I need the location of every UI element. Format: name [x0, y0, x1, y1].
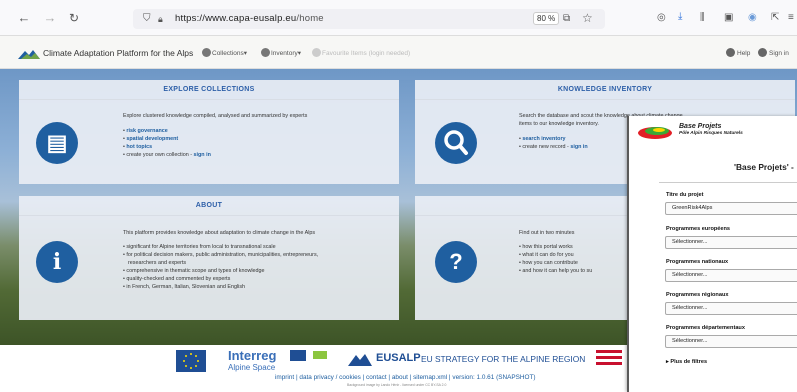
- sidebar-icon[interactable]: ▣: [724, 11, 733, 25]
- divider: [659, 182, 797, 183]
- inventory-search-icon: [261, 48, 270, 57]
- translate-icon[interactable]: ⧉: [563, 12, 570, 26]
- nav-inventory[interactable]: Inventory▾: [261, 48, 301, 57]
- austria-ministry-logo-icon: [596, 350, 622, 368]
- eusalp-text: EUSALP: [376, 352, 421, 364]
- eusalp-logo-icon: [348, 354, 372, 366]
- nav-collections[interactable]: Collections▾: [202, 48, 247, 57]
- signin-link[interactable]: sign in: [194, 152, 211, 158]
- base-projets-logo-icon: [638, 127, 672, 139]
- browser-toolbar: ← → ↻ ⛉ 🔒︎ https://www.capa-eusalp.eu/ho…: [0, 0, 797, 36]
- panel-text: Find out in two minutes • how this porta…: [519, 230, 593, 274]
- national-programs-label: Programmes nationaux: [666, 259, 729, 265]
- panel-title: KNOWLEDGE INVENTORY: [415, 80, 795, 100]
- share-icon[interactable]: ⇱: [771, 11, 779, 25]
- pocket-icon[interactable]: ◎: [657, 11, 666, 25]
- user-icon: [758, 48, 767, 57]
- alpine-space-text: Alpine Space: [228, 363, 276, 372]
- panel-text: Explore clustered knowledge compiled, an…: [123, 113, 308, 158]
- menu-icon[interactable]: ≡: [788, 11, 794, 25]
- risk-governance-link[interactable]: risk governance: [126, 128, 167, 134]
- european-programs-label: Programmes européens: [666, 226, 731, 232]
- base-projets-window: Base Projets Pôle Alpin Risques Naturels…: [627, 116, 797, 392]
- panel-text: This platform provides knowledge about a…: [123, 230, 319, 290]
- zoom-level[interactable]: 80 %: [533, 12, 560, 25]
- nav-favourites[interactable]: Favourite Items (login needed): [312, 48, 410, 57]
- lock-icon[interactable]: 🔒︎: [158, 12, 163, 26]
- library-icon[interactable]: ⫼: [700, 11, 705, 25]
- signin-link[interactable]: Sign in: [758, 48, 789, 57]
- title-label: Titre du projet: [666, 192, 704, 198]
- newspaper-icon: ▤: [36, 122, 78, 164]
- bookmark-star-icon[interactable]: ☆: [582, 11, 593, 25]
- search-inventory-link[interactable]: search inventory: [522, 136, 565, 142]
- signin-link[interactable]: sign in: [570, 144, 587, 150]
- eu-flag-small-icon: [290, 350, 306, 361]
- interreg-logo-text: Interreg: [228, 348, 277, 363]
- site-title[interactable]: Climate Adaptation Platform for the Alps: [43, 48, 193, 58]
- help-link[interactable]: Help: [726, 48, 750, 57]
- question-icon: ?: [435, 241, 477, 283]
- departmental-programs-label: Programmes départementaux: [666, 325, 745, 331]
- panel-about: ABOUT i This platform provides knowledge…: [19, 196, 399, 320]
- regional-programs-label: Programmes régionaux: [666, 292, 729, 298]
- more-filters-toggle[interactable]: ▸ Plus de filtres: [666, 359, 707, 365]
- panel-explore-collections: EXPLORE COLLECTIONS ▤ Explore clustered …: [19, 80, 399, 184]
- brand-title: Base Projets: [679, 123, 722, 130]
- regional-programs-select[interactable]: Sélectionner...: [665, 302, 797, 315]
- modal-heading: 'Base Projets' -: [734, 162, 794, 172]
- shield-icon[interactable]: ⛉: [143, 12, 151, 26]
- footer-links[interactable]: imprint | data privacy / cookies | conta…: [275, 374, 535, 381]
- search-icon: [435, 122, 477, 164]
- european-programs-select[interactable]: Sélectionner...: [665, 236, 797, 249]
- eusalp-strategy-text: EU STRATEGY FOR THE ALPINE REGION: [421, 354, 586, 364]
- info-icon: i: [36, 241, 78, 283]
- collections-icon: [202, 48, 211, 57]
- back-icon[interactable]: ←: [16, 10, 32, 26]
- alpine-space-badge-icon: [313, 351, 327, 359]
- panel-title: EXPLORE COLLECTIONS: [19, 80, 399, 100]
- departmental-programs-select[interactable]: Sélectionner...: [665, 335, 797, 348]
- downloads-icon[interactable]: ⤓: [678, 10, 682, 24]
- address-bar[interactable]: ⛉ 🔒︎ https://www.capa-eusalp.eu/home 80 …: [133, 9, 605, 29]
- project-title-input[interactable]: GreenRisk4Alps: [665, 202, 797, 215]
- eu-flag-icon: [176, 350, 206, 372]
- forward-icon[interactable]: →: [42, 10, 58, 26]
- account-icon[interactable]: ◉: [748, 11, 757, 25]
- reload-icon[interactable]: ↻: [66, 10, 82, 26]
- brand-subtitle: Pôle Alpin Risques Naturels: [679, 131, 743, 136]
- capa-logo-icon[interactable]: [18, 49, 40, 59]
- site-header: Climate Adaptation Platform for the Alps…: [0, 36, 797, 69]
- help-icon: [726, 48, 735, 57]
- spatial-development-link[interactable]: spatial development: [126, 136, 178, 142]
- url-text[interactable]: https://www.capa-eusalp.eu/home: [175, 13, 324, 24]
- national-programs-select[interactable]: Sélectionner...: [665, 269, 797, 282]
- star-icon: [312, 48, 321, 57]
- image-credit: Background image by Lando Hénir - licens…: [347, 383, 447, 387]
- panel-title: ABOUT: [19, 196, 399, 216]
- hot-topics-link[interactable]: hot topics: [126, 144, 152, 150]
